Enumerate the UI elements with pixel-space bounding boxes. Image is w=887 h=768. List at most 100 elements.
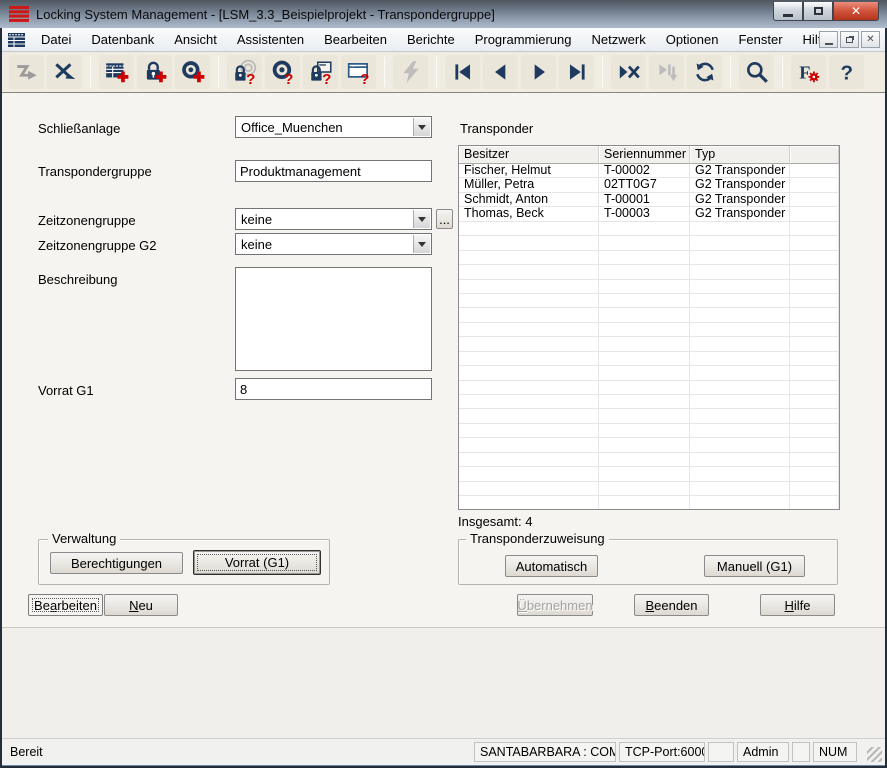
table-row[interactable]: Thomas, BeckT-00003G2 Transponder (459, 207, 839, 221)
read-transponder-icon: ? (270, 59, 296, 85)
toolbar-separator (218, 57, 219, 87)
table-cell (599, 395, 690, 409)
table-empty-row (459, 251, 839, 265)
uebernehmen-button: Übernehmen (517, 594, 593, 616)
menu-bearbeiten[interactable]: Bearbeiten (314, 28, 397, 51)
table-cell (690, 337, 790, 351)
new-lock-button[interactable] (137, 55, 172, 89)
hilfe-button[interactable]: Hilfe (760, 594, 835, 616)
table-cell: G2 Transponder (690, 178, 790, 192)
table-cell (790, 164, 839, 178)
table-cell (790, 482, 839, 496)
zeitzonengruppe-g2-dropdown-button[interactable] (413, 235, 430, 253)
status-panel-tcp-port: TCP-Port:6000 (619, 742, 705, 762)
table-row[interactable]: Schmidt, AntonT-00001G2 Transponder (459, 193, 839, 207)
menu-fenster[interactable]: Fenster (728, 28, 792, 51)
minimize-icon (783, 14, 793, 17)
menu-datenbank[interactable]: Datenbank (81, 28, 164, 51)
mdi-close-button[interactable]: ✕ (861, 31, 880, 48)
table-empty-row (459, 467, 839, 481)
schliessanlage-combo[interactable]: Office_Muenchen (235, 116, 432, 138)
table-cell (790, 323, 839, 337)
menu-berichte[interactable]: Berichte (397, 28, 465, 51)
menu-netzwerk[interactable]: Netzwerk (582, 28, 656, 51)
svg-text:?: ? (284, 71, 293, 85)
menu-programmierung[interactable]: Programmierung (465, 28, 582, 51)
table-cell (790, 467, 839, 481)
table-row[interactable]: Fischer, HelmutT-00002G2 Transponder (459, 164, 839, 178)
table-cell: T-00001 (599, 193, 690, 207)
menu-optionen[interactable]: Optionen (656, 28, 729, 51)
deactivate-record-button[interactable] (611, 55, 646, 89)
maximize-icon (814, 7, 823, 15)
mdi-window-controls: ✕ (819, 31, 880, 48)
zeitzonengruppe-g2-combo[interactable]: keine (235, 233, 432, 255)
verwaltung-group-title: Verwaltung (48, 531, 120, 546)
beenden-button[interactable]: Beenden (634, 594, 709, 616)
menu-ansicht[interactable]: Ansicht (164, 28, 227, 51)
column-header-typ[interactable]: Typ (690, 146, 790, 164)
chevron-down-icon (418, 125, 426, 134)
mdi-minimize-button[interactable] (819, 31, 838, 48)
zeitzonengruppe-dropdown-button[interactable] (413, 210, 430, 228)
refresh-icon (692, 59, 718, 85)
logout-button[interactable] (47, 55, 82, 89)
last-record-button[interactable] (559, 55, 594, 89)
table-cell (459, 222, 599, 236)
close-button[interactable]: ✕ (833, 2, 879, 21)
table-cell (599, 381, 690, 395)
column-header-seriennummer[interactable]: Seriennummer (599, 146, 690, 164)
schliessanlage-dropdown-button[interactable] (413, 118, 430, 136)
vorrat-g1-button[interactable]: Vorrat (G1) (193, 550, 321, 575)
first-record-button[interactable] (445, 55, 480, 89)
neu-button[interactable]: Neu (104, 594, 178, 616)
beschreibung-textarea[interactable] (235, 267, 432, 371)
next-record-button[interactable] (521, 55, 556, 89)
new-transponder-icon (180, 59, 206, 85)
mdi-restore-button[interactable] (840, 31, 859, 48)
automatisch-button[interactable]: Automatisch (505, 555, 598, 577)
maximize-button[interactable] (803, 2, 833, 21)
table-cell: 02TT0G7 (599, 178, 690, 192)
column-header-besitzer[interactable]: Besitzer (459, 146, 599, 164)
table-row[interactable]: Müller, Petra02TT0G7G2 Transponder (459, 178, 839, 192)
column-header-extra[interactable] (790, 146, 839, 164)
status-panels: SANTABARBARA : COM9TCP-Port:6000AdminNUM (474, 742, 857, 762)
program-icon (398, 59, 424, 85)
read-network-button[interactable]: ? (341, 55, 376, 89)
close-icon: ✕ (851, 4, 861, 18)
table-empty-row (459, 352, 839, 366)
help-button[interactable]: ? (829, 55, 864, 89)
transpondergruppe-input[interactable] (235, 160, 432, 182)
status-panel-user: Admin (737, 742, 789, 762)
berechtigungen-button[interactable]: Berechtigungen (50, 552, 183, 574)
zeitzonengruppe-combo[interactable]: keine (235, 208, 432, 230)
read-lock-button[interactable]: ? (227, 55, 262, 89)
refresh-button[interactable] (687, 55, 722, 89)
login-button (9, 55, 44, 89)
search-button[interactable] (739, 55, 774, 89)
manuell-g1-button[interactable]: Manuell (G1) (704, 555, 805, 577)
table-empty-row (459, 222, 839, 236)
read-transponder-button[interactable]: ? (265, 55, 300, 89)
table-cell (459, 424, 599, 438)
new-locking-system-button[interactable] (99, 55, 134, 89)
filter-settings-button[interactable]: F (791, 55, 826, 89)
table-cell (790, 280, 839, 294)
menu-datei[interactable]: Datei (31, 28, 81, 51)
vorrat-g1-input[interactable] (235, 378, 432, 400)
table-cell (599, 280, 690, 294)
table-empty-row (459, 337, 839, 351)
read-g1-lock-button[interactable]: ? (303, 55, 338, 89)
zeitzonengruppe-browse-button[interactable]: ... (436, 209, 453, 229)
bearbeiten-button[interactable]: Bearbeiten (28, 594, 103, 616)
toolbar-separator (730, 57, 731, 87)
previous-record-button[interactable] (483, 55, 518, 89)
table-cell: Müller, Petra (459, 178, 599, 192)
new-transponder-button[interactable] (175, 55, 210, 89)
resize-grip-icon[interactable] (867, 747, 882, 762)
minimize-button[interactable] (773, 2, 803, 21)
table-empty-row (459, 280, 839, 294)
menu-assistenten[interactable]: Assistenten (227, 28, 314, 51)
zeitzonengruppe-value: keine (241, 212, 272, 227)
